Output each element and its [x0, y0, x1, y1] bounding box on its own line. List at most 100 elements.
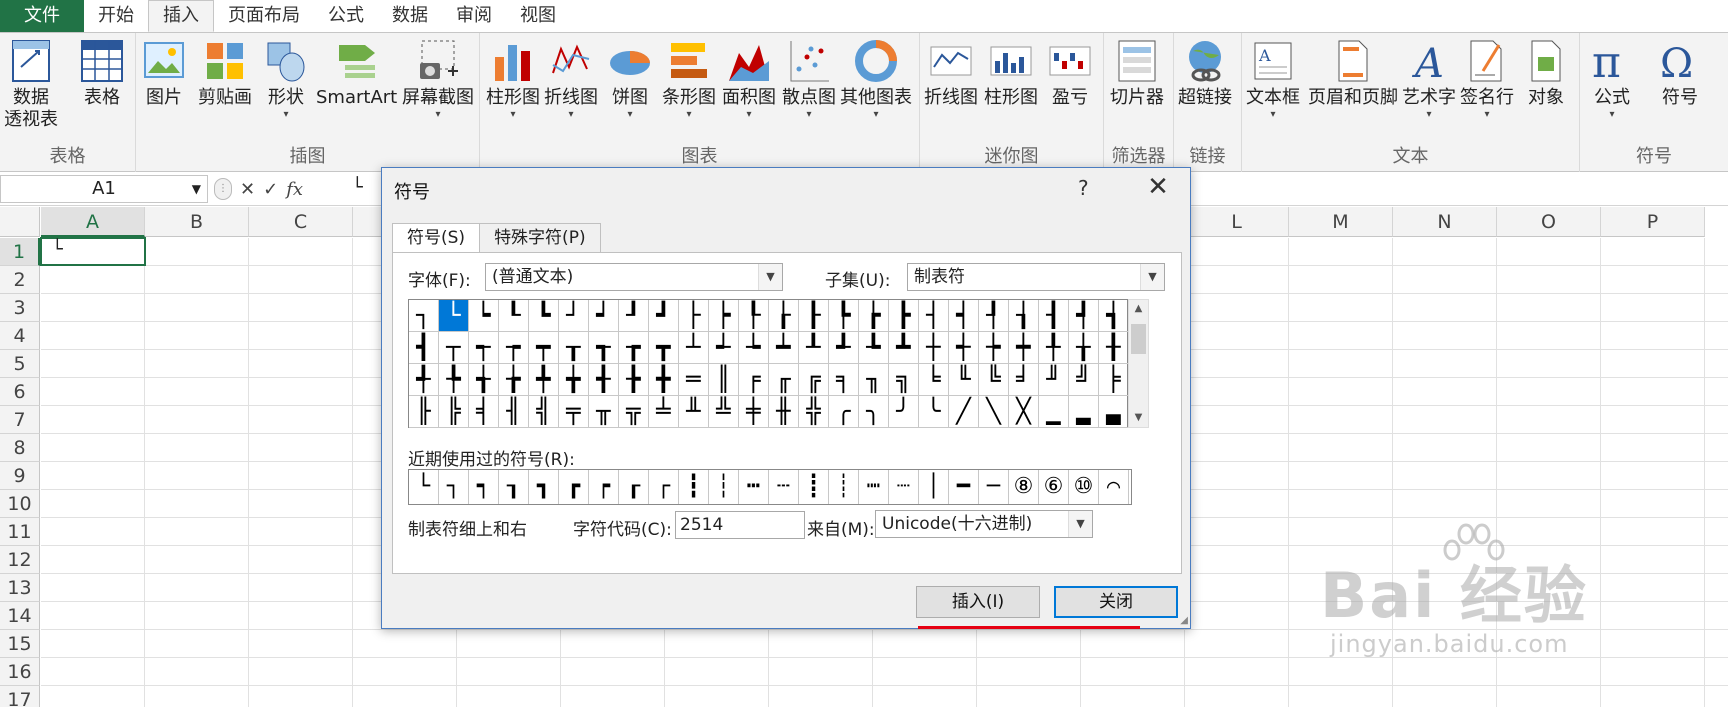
recent-symbol-cell[interactable]: ┈ — [889, 470, 919, 504]
symbol-cell[interactable]: ┨ — [1039, 300, 1069, 332]
column-chart-button[interactable]: 柱形图 ▾ — [486, 37, 540, 121]
symbol-cell[interactable]: ╯ — [889, 396, 919, 428]
row-header[interactable]: 12 — [0, 546, 40, 574]
row-header[interactable]: 7 — [0, 406, 40, 434]
symbol-cell[interactable]: ╠ — [439, 396, 469, 428]
recent-symbol-cell[interactable]: ┑ — [469, 470, 499, 504]
screenshot-button[interactable]: 屏幕截图 ▾ — [402, 37, 474, 121]
symbol-cell[interactable]: ╋ — [649, 364, 679, 396]
tab-file[interactable]: 文件 — [0, 0, 84, 32]
symbol-cell[interactable]: ┣ — [889, 300, 919, 332]
recent-symbol-cell[interactable]: │ — [919, 470, 949, 504]
symbol-cell[interactable]: ═ — [679, 364, 709, 396]
pie-chart-button[interactable]: 饼图 ▾ — [608, 37, 652, 121]
table-button[interactable]: 表格 — [80, 37, 124, 109]
symbol-cell[interactable]: ╄ — [439, 364, 469, 396]
tab-page-layout[interactable]: 页面布局 — [214, 0, 314, 32]
select-all-corner[interactable] — [0, 207, 40, 237]
symbol-cell[interactable]: ╭ — [829, 396, 859, 428]
symbol-cell[interactable]: ╇ — [529, 364, 559, 396]
symbol-cell[interactable]: ╅ — [469, 364, 499, 396]
font-select[interactable]: (普通文本) ▼ — [485, 263, 783, 291]
symbol-cell[interactable]: ╳ — [1009, 396, 1039, 428]
symbol-cell[interactable]: ┴ — [679, 332, 709, 364]
row-header[interactable]: 16 — [0, 658, 40, 686]
recent-symbol-cell[interactable]: ━ — [949, 470, 979, 504]
symbol-cell[interactable]: ┱ — [589, 332, 619, 364]
recent-symbol-cell[interactable]: ┏ — [559, 470, 589, 504]
symbol-cell[interactable]: ┟ — [769, 300, 799, 332]
row-header[interactable]: 11 — [0, 518, 40, 546]
hyperlink-button[interactable]: 超链接 — [1178, 37, 1232, 109]
symbol-cell[interactable]: ╜ — [1039, 364, 1069, 396]
symbol-cell[interactable]: ╝ — [1069, 364, 1099, 396]
tab-home[interactable]: 开始 — [84, 0, 148, 32]
chevron-down-icon[interactable]: ▼ — [758, 264, 782, 290]
symbol-cell[interactable]: ┹ — [829, 332, 859, 364]
symbol-cell[interactable]: ╲ — [979, 396, 1009, 428]
row-header[interactable]: 6 — [0, 378, 40, 406]
symbol-cell[interactable]: ╛ — [1009, 364, 1039, 396]
symbol-cell[interactable]: ┬ — [439, 332, 469, 364]
symbol-cell[interactable]: ╱ — [949, 396, 979, 428]
chevron-down-icon[interactable]: ▼ — [1068, 511, 1092, 537]
symbol-cell[interactable]: ┡ — [829, 300, 859, 332]
symbol-cell[interactable]: ┐ — [409, 300, 439, 332]
tab-data[interactable]: 数据 — [378, 0, 442, 32]
symbol-cell[interactable]: ┞ — [739, 300, 769, 332]
symbol-cell[interactable]: ┕ — [469, 300, 499, 332]
symbol-cell[interactable]: ╦ — [619, 396, 649, 428]
active-cell[interactable]: └ — [40, 237, 146, 266]
symbol-grid-scrollbar[interactable]: ▲ ▼ — [1128, 299, 1149, 428]
symbol-cell[interactable]: ╗ — [889, 364, 919, 396]
symbol-cell[interactable]: ┶ — [739, 332, 769, 364]
row-header[interactable]: 5 — [0, 350, 40, 378]
recent-symbol-cell[interactable]: ┎ — [619, 470, 649, 504]
column-header[interactable]: C — [249, 207, 353, 237]
symbol-cell[interactable]: ╃ — [409, 364, 439, 396]
symbol-cell[interactable]: ╪ — [739, 396, 769, 428]
symbol-cell[interactable]: ╚ — [979, 364, 1009, 396]
symbol-cell[interactable]: ╓ — [769, 364, 799, 396]
tab-insert[interactable]: 插入 — [148, 0, 214, 32]
symbol-cell[interactable]: ╮ — [859, 396, 889, 428]
symbol-cell[interactable]: ┥ — [949, 300, 979, 332]
symbol-cell[interactable]: ┮ — [499, 332, 529, 364]
recent-symbol-cell[interactable]: ┍ — [589, 470, 619, 504]
symbol-cell[interactable]: ╫ — [769, 396, 799, 428]
symbol-cell[interactable]: ╡ — [469, 396, 499, 428]
symbol-cell[interactable]: ╣ — [529, 396, 559, 428]
recent-symbol-cell[interactable]: ⌒ — [1099, 470, 1129, 504]
recent-symbol-cell[interactable]: ┄ — [769, 470, 799, 504]
row-header[interactable]: 14 — [0, 602, 40, 630]
close-button[interactable]: 关闭 — [1054, 586, 1178, 618]
header-footer-button[interactable]: 页眉和页脚 — [1308, 37, 1398, 109]
slicer-button[interactable]: 切片器 — [1110, 37, 1164, 109]
bar-chart-button[interactable]: 条形图 ▾ — [662, 37, 716, 121]
symbol-cell[interactable]: ║ — [709, 364, 739, 396]
symbol-cell[interactable]: ┷ — [769, 332, 799, 364]
signature-line-button[interactable]: 签名行 ▾ — [1460, 37, 1514, 121]
symbol-cell[interactable]: ╘ — [919, 364, 949, 396]
symbol-cell[interactable]: ┾ — [979, 332, 1009, 364]
symbol-cell[interactable]: ┵ — [709, 332, 739, 364]
recent-symbol-cell[interactable]: ⑩ — [1069, 470, 1099, 504]
name-box[interactable]: A1 ▼ — [0, 175, 208, 203]
symbol-cell[interactable]: ╞ — [1099, 364, 1129, 396]
symbol-cell[interactable]: └ — [439, 300, 469, 332]
column-header[interactable]: O — [1497, 207, 1601, 237]
symbol-cell[interactable]: ╰ — [919, 396, 949, 428]
tab-review[interactable]: 审阅 — [442, 0, 506, 32]
column-header[interactable]: P — [1601, 207, 1705, 237]
object-button[interactable]: 对象 — [1524, 37, 1568, 109]
scroll-thumb[interactable] — [1131, 324, 1146, 354]
row-header[interactable]: 4 — [0, 322, 40, 350]
recent-symbol-cell[interactable]: ┒ — [499, 470, 529, 504]
symbol-cell[interactable]: ╩ — [709, 396, 739, 428]
symbol-cell[interactable]: ┸ — [799, 332, 829, 364]
symbol-cell[interactable]: ╤ — [559, 396, 589, 428]
enter-check-icon[interactable]: ✓ — [263, 179, 278, 200]
column-header[interactable]: N — [1393, 207, 1497, 237]
symbol-cell[interactable]: ┲ — [619, 332, 649, 364]
symbol-cell[interactable]: ┧ — [1009, 300, 1039, 332]
